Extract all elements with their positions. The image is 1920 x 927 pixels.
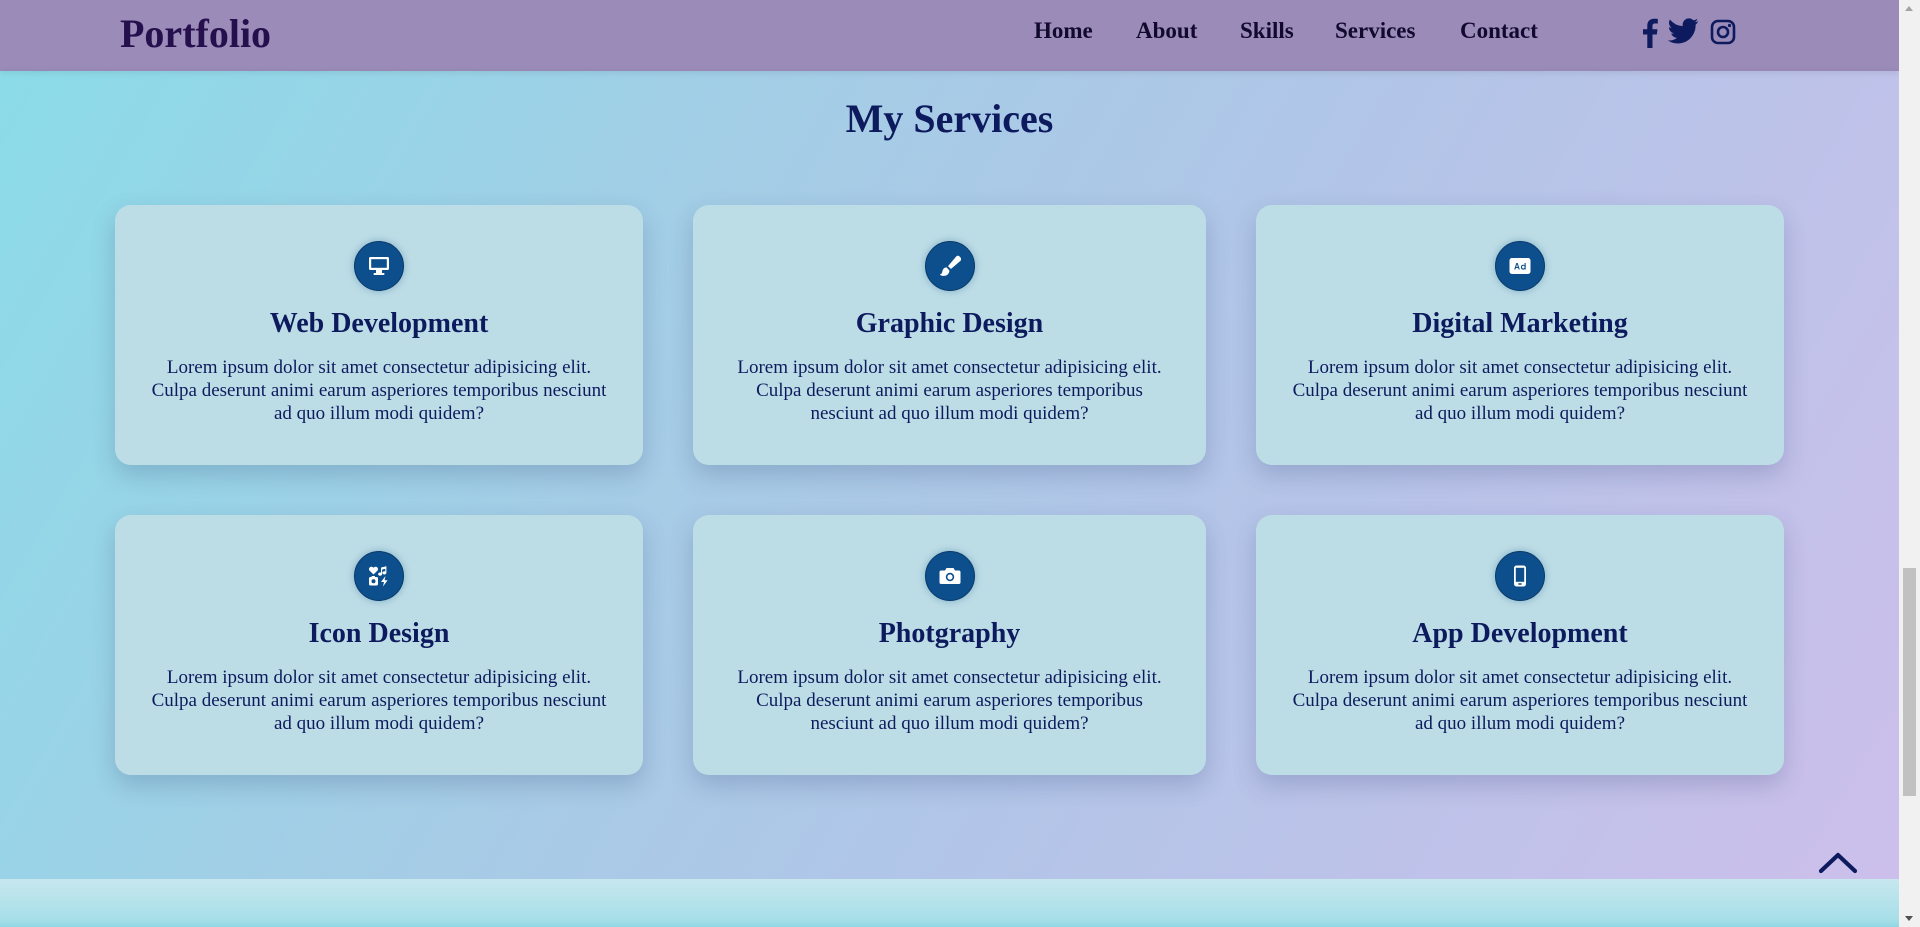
nav-link-services[interactable]: Services <box>1335 18 1415 44</box>
service-card-icon-design[interactable]: Icon Design Lorem ipsum dolor sit amet c… <box>115 515 643 775</box>
nav-link-home[interactable]: Home <box>1034 18 1093 44</box>
service-card-web-development[interactable]: Web Development Lorem ipsum dolor sit am… <box>115 205 643 465</box>
card-description: Lorem ipsum dolor sit amet consectetur a… <box>151 667 607 734</box>
card-description: Lorem ipsum dolor sit amet consectetur a… <box>1292 667 1748 734</box>
footer-strip <box>0 879 1899 927</box>
scroll-up-arrow-icon[interactable] <box>1905 6 1913 11</box>
ad-icon <box>1495 241 1545 291</box>
nav-link-contact[interactable]: Contact <box>1460 18 1538 44</box>
service-card-photography[interactable]: Photgraphy Lorem ipsum dolor sit amet co… <box>693 515 1206 775</box>
card-title: Digital Marketing <box>1412 308 1628 339</box>
scroll-down-arrow-icon[interactable] <box>1905 916 1913 921</box>
card-title: Graphic Design <box>855 308 1044 339</box>
scrollbar-thumb[interactable] <box>1903 568 1916 796</box>
card-description: Lorem ipsum dolor sit amet consectetur a… <box>737 667 1162 734</box>
card-title: Photgraphy <box>878 618 1021 649</box>
mobile-icon <box>1495 551 1545 601</box>
paintbrush-icon <box>924 241 975 291</box>
card-description: Lorem ipsum dolor sit amet consectetur a… <box>737 357 1162 424</box>
icons-icon <box>354 551 404 601</box>
card-description: Lorem ipsum dolor sit amet consectetur a… <box>151 357 607 424</box>
card-title: App Development <box>1412 618 1628 649</box>
navbar: Portfolio Home About Skills Services Con… <box>0 0 1899 71</box>
back-to-top-button[interactable] <box>1818 850 1858 874</box>
scrollbar[interactable] <box>1899 0 1920 927</box>
services-section: My Services Web Development Lorem ipsum … <box>0 71 1899 879</box>
monitor-icon <box>354 241 404 291</box>
twitter-icon[interactable] <box>1667 18 1699 51</box>
chevron-up-icon <box>1818 852 1858 874</box>
section-title: My Services <box>845 96 1054 141</box>
service-card-digital-marketing[interactable]: Digital Marketing Lorem ipsum dolor sit … <box>1256 205 1784 465</box>
logo[interactable]: Portfolio <box>120 10 271 57</box>
service-card-app-development[interactable]: App Development Lorem ipsum dolor sit am… <box>1256 515 1784 775</box>
nav-link-skills[interactable]: Skills <box>1240 18 1294 44</box>
card-title: Icon Design <box>308 618 450 649</box>
instagram-icon[interactable] <box>1710 19 1736 50</box>
camera-icon <box>924 551 975 601</box>
page-background: Portfolio Home About Skills Services Con… <box>0 0 1899 927</box>
card-description: Lorem ipsum dolor sit amet consectetur a… <box>1292 357 1748 424</box>
facebook-icon[interactable] <box>1642 18 1658 53</box>
service-card-graphic-design[interactable]: Graphic Design Lorem ipsum dolor sit ame… <box>693 205 1206 465</box>
card-title: Web Development <box>269 308 489 339</box>
nav-link-about[interactable]: About <box>1136 18 1197 44</box>
